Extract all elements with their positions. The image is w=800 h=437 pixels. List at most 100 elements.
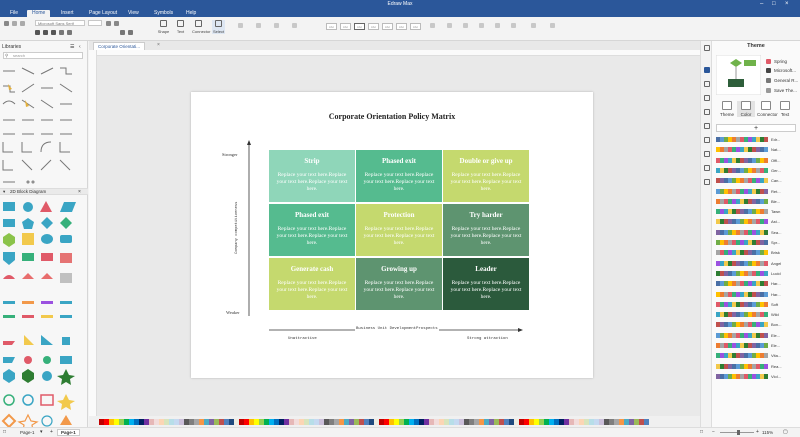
style-box-7[interactable]: Abc: [410, 23, 421, 30]
library-manage-icon[interactable]: ☰: [70, 44, 74, 50]
list-icon[interactable]: [128, 30, 133, 35]
size-icon[interactable]: [511, 23, 516, 28]
collapse-panel-icon[interactable]: [704, 45, 710, 51]
matrix-cell[interactable]: Generate cash Replace your text here.Repl…: [269, 258, 355, 310]
tab-theme[interactable]: Theme: [718, 101, 736, 117]
page-selector[interactable]: Page-1: [20, 430, 35, 435]
expand-panel-icon[interactable]: [704, 179, 710, 185]
arrange-icon[interactable]: [447, 23, 452, 28]
color-palette-bar[interactable]: [89, 416, 700, 427]
matrix-cell[interactable]: Double or give up Replace your text here.…: [443, 150, 529, 202]
zoom-slider-thumb[interactable]: [737, 430, 740, 435]
zoom-level[interactable]: 115%: [762, 430, 773, 435]
underline-icon[interactable]: [51, 30, 56, 35]
align-icon[interactable]: [120, 30, 125, 35]
x-axis-label[interactable]: Business Unit DevelopmentProspects: [355, 327, 439, 331]
menu-page-layout[interactable]: Page Layout: [84, 10, 122, 17]
theme-preview[interactable]: [716, 55, 761, 95]
font-size-field[interactable]: [88, 20, 102, 26]
add-color-scheme-button[interactable]: +: [716, 124, 796, 132]
fill-icon[interactable]: [238, 23, 243, 28]
bold-icon[interactable]: [35, 30, 40, 35]
style-box-4[interactable]: Abc: [368, 23, 379, 30]
library-search-input[interactable]: search: [3, 52, 83, 59]
image-panel-icon[interactable]: [704, 109, 710, 115]
style-box-5[interactable]: Abc: [382, 23, 393, 30]
fit-page-icon[interactable]: □: [700, 429, 703, 435]
document-tab[interactable]: Corporate Orientati...: [93, 42, 146, 50]
color-swatches[interactable]: [99, 419, 699, 425]
text-button[interactable]: Text: [174, 20, 187, 34]
matrix-cell[interactable]: Phased exit Replace your text here.Replac…: [269, 204, 355, 256]
menu-symbols[interactable]: Symbols: [149, 10, 178, 17]
line-icon[interactable]: [256, 23, 261, 28]
theme-option-spring[interactable]: Spring: [774, 59, 787, 64]
style-box-1[interactable]: Abc: [326, 23, 337, 30]
style-box-6[interactable]: Abc: [396, 23, 407, 30]
connector-shapes-grid[interactable]: [0, 62, 88, 192]
matrix-cell[interactable]: Try harder Replace your text here.Replace…: [443, 204, 529, 256]
rotate-icon[interactable]: [479, 23, 484, 28]
file-panel-icon[interactable]: [704, 151, 710, 157]
position-icon[interactable]: [292, 23, 297, 28]
matrix-cell[interactable]: Growing up Replace your text here.Replace…: [356, 258, 442, 310]
distribute-icon[interactable]: [495, 23, 500, 28]
matrix-cell[interactable]: Protection Replace your text here.Replace…: [356, 204, 442, 256]
select-button[interactable]: Select: [212, 20, 225, 34]
theme-option-general[interactable]: General R...: [774, 78, 798, 83]
copy-icon[interactable]: [20, 21, 25, 26]
library-section-header[interactable]: ▾ 2D Block Diagram ×: [0, 188, 88, 195]
add-page-icon[interactable]: +: [50, 429, 53, 435]
menu-help[interactable]: Help: [181, 10, 201, 17]
style-box-2[interactable]: Abc: [340, 23, 351, 30]
layers-panel-icon[interactable]: [704, 95, 710, 101]
font-name-field[interactable]: Microsoft Sans Serif: [35, 20, 85, 26]
y-axis-bottom-label[interactable]: Weaker: [226, 310, 240, 315]
grid-panel-icon[interactable]: [704, 165, 710, 171]
tab-color[interactable]: Color: [737, 101, 755, 117]
group-icon[interactable]: [463, 23, 468, 28]
diagram-title[interactable]: Corporate Orientation Policy Matrix: [191, 112, 593, 121]
style-box-3[interactable]: Abc: [354, 23, 365, 30]
paste-icon[interactable]: [4, 21, 9, 26]
matrix-cell[interactable]: Strip Replace your text here.Replace your…: [269, 150, 355, 202]
shape-button[interactable]: Shape: [157, 20, 170, 34]
page-dropdown-icon[interactable]: ▾: [40, 429, 43, 435]
style-more-icon[interactable]: [430, 23, 435, 28]
theme-option-microsoft[interactable]: Microsoft...: [774, 68, 796, 73]
x-axis-right-label[interactable]: Strong attraction: [467, 337, 508, 341]
block-diagram-shapes-grid[interactable]: [0, 197, 88, 437]
diagram-page[interactable]: Corporate Orientation Policy Matrix Stro…: [191, 92, 593, 378]
close-icon[interactable]: ×: [785, 1, 789, 7]
fullscreen-icon[interactable]: ▢: [783, 429, 788, 435]
tab-close-icon[interactable]: ×: [157, 42, 160, 48]
y-axis-top-label[interactable]: Stronger: [222, 152, 238, 157]
style-panel-icon[interactable]: [704, 81, 710, 87]
chart-panel-icon[interactable]: [704, 123, 710, 129]
zoom-in-icon[interactable]: +: [756, 429, 759, 435]
shadow-icon[interactable]: [274, 23, 279, 28]
menu-view[interactable]: View: [123, 10, 144, 17]
library-collapse-icon[interactable]: ‹: [79, 44, 81, 50]
theme-panel-icon[interactable]: [704, 67, 710, 73]
menu-file[interactable]: File: [5, 10, 23, 17]
tab-text[interactable]: Text: [776, 101, 794, 117]
cut-icon[interactable]: [12, 21, 17, 26]
maximize-icon[interactable]: □: [772, 1, 776, 7]
menu-insert[interactable]: Insert: [56, 10, 79, 17]
y-axis-label[interactable]: Company competitiveness: [235, 202, 239, 254]
shrink-font-icon[interactable]: [114, 21, 119, 26]
tab-connector[interactable]: Connector: [757, 101, 778, 117]
page-tab[interactable]: Page-1: [57, 429, 80, 436]
zoom-out-icon[interactable]: −: [712, 429, 715, 435]
section-close-icon[interactable]: ×: [78, 189, 81, 195]
page-layout-icon[interactable]: □: [3, 429, 6, 435]
strikethrough-icon[interactable]: [59, 30, 64, 35]
find-icon[interactable]: [550, 23, 555, 28]
x-axis-left-label[interactable]: Unattractive: [288, 337, 317, 341]
connector-button[interactable]: Connector: [192, 20, 210, 34]
menu-home[interactable]: Home: [27, 10, 51, 17]
italic-icon[interactable]: [43, 30, 48, 35]
properties-panel-icon[interactable]: [704, 137, 710, 143]
font-color-icon[interactable]: [67, 30, 72, 35]
